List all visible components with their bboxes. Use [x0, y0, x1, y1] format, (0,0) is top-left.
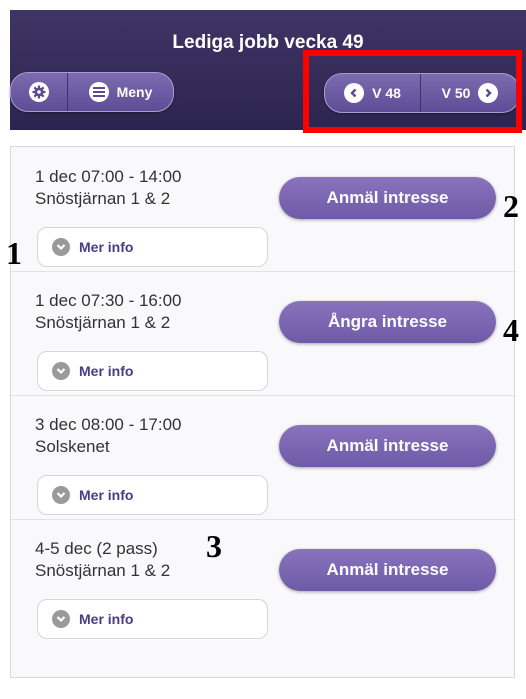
annotation-marker: 1 [6, 235, 22, 271]
job-time: 1 dec 07:30 - 16:00 [35, 291, 182, 310]
gear-icon [29, 82, 49, 102]
job-item: 1 dec 07:00 - 14:00 Snöstjärnan 1 & 2 Me… [11, 147, 516, 272]
chevron-down-icon [52, 238, 70, 256]
settings-menu-group: Meny [10, 72, 174, 112]
job-time: 1 dec 07:00 - 14:00 [35, 167, 182, 186]
more-info-button[interactable]: Mer info [37, 351, 268, 391]
annotation-marker: 2 [503, 188, 519, 224]
undo-interest-button[interactable]: Ångra intresse [279, 301, 496, 343]
menu-label: Meny [116, 84, 153, 100]
job-item: 3 dec 08:00 - 17:00 Solskenet Mer info A… [11, 395, 516, 520]
register-interest-button[interactable]: Anmäl intresse [279, 425, 496, 467]
job-item: 1 dec 07:30 - 16:00 Snöstjärnan 1 & 2 Me… [11, 271, 516, 396]
job-item: 4-5 dec (2 pass) Snöstjärnan 1 & 2 Mer i… [11, 519, 516, 643]
more-info-button[interactable]: Mer info [37, 227, 268, 267]
job-place: Solskenet [35, 437, 110, 456]
job-time: 4-5 dec (2 pass) [35, 539, 158, 558]
chevron-down-icon [52, 362, 70, 380]
more-info-button[interactable]: Mer info [37, 475, 268, 515]
more-info-label: Mer info [79, 239, 134, 255]
register-interest-button[interactable]: Anmäl intresse [279, 177, 496, 219]
more-info-label: Mer info [79, 611, 134, 627]
register-interest-button[interactable]: Anmäl intresse [279, 549, 496, 591]
job-list: 1 dec 07:00 - 14:00 Snöstjärnan 1 & 2 Me… [10, 146, 516, 678]
job-place: Snöstjärnan 1 & 2 [35, 189, 171, 208]
annotation-marker: 3 [206, 528, 222, 564]
job-place: Snöstjärnan 1 & 2 [35, 561, 171, 580]
annotation-marker: 4 [503, 312, 519, 348]
bars-icon [88, 82, 109, 102]
menu-button[interactable]: Meny [67, 73, 173, 111]
highlight-box [303, 50, 522, 133]
settings-button[interactable] [11, 73, 67, 111]
chevron-down-icon [52, 610, 70, 628]
more-info-label: Mer info [79, 363, 134, 379]
more-info-label: Mer info [79, 487, 134, 503]
more-info-button[interactable]: Mer info [37, 599, 268, 639]
job-place: Snöstjärnan 1 & 2 [35, 313, 171, 332]
chevron-down-icon [52, 486, 70, 504]
job-time: 3 dec 08:00 - 17:00 [35, 415, 182, 434]
